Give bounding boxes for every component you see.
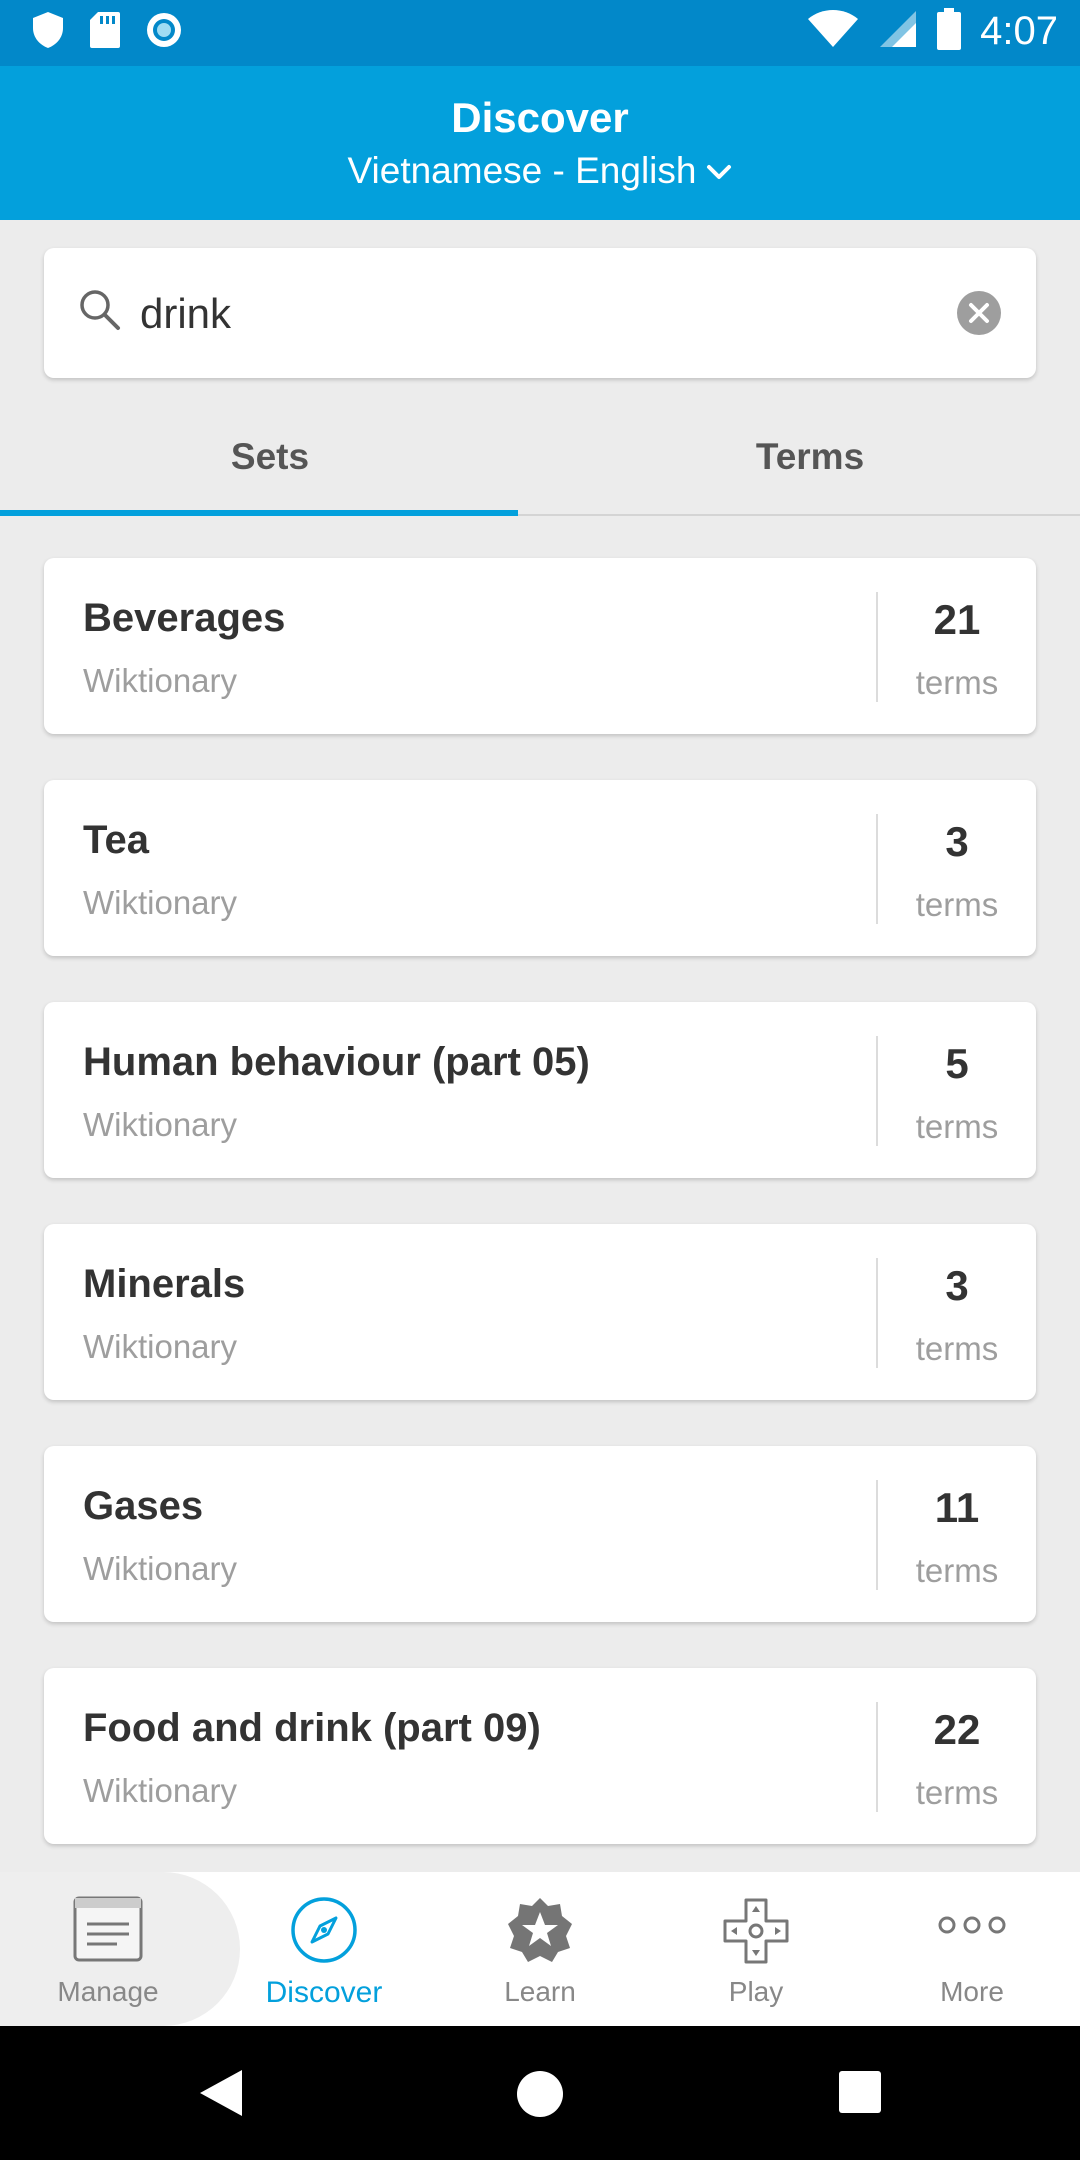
- document-icon: [73, 1896, 143, 1962]
- more-dots-icon: [938, 1916, 1006, 1934]
- sets-list: Beverages Wiktionary 21 terms Tea Wiktio…: [44, 558, 1036, 1890]
- set-card[interactable]: Food and drink (part 09) Wiktionary 22 t…: [44, 1668, 1036, 1844]
- tab-terms[interactable]: Terms: [540, 400, 1080, 514]
- home-icon[interactable]: [516, 2070, 564, 2123]
- nav-more[interactable]: More: [864, 1872, 1080, 2026]
- close-icon: [957, 291, 1001, 335]
- search-input[interactable]: [138, 278, 922, 350]
- sd-card-icon: [88, 10, 122, 55]
- set-card[interactable]: Beverages Wiktionary 21 terms: [44, 558, 1036, 734]
- term-count: 3: [945, 1262, 969, 1309]
- term-count: 22: [933, 1706, 981, 1753]
- set-source: Wiktionary: [83, 884, 238, 921]
- star-badge-icon: [508, 1898, 572, 1962]
- set-source: Wiktionary: [83, 1772, 238, 1809]
- set-source: Wiktionary: [83, 1328, 238, 1365]
- term-unit: terms: [915, 1774, 999, 1811]
- clear-search-button[interactable]: [956, 290, 1002, 336]
- nav-label: Manage: [57, 1976, 159, 2007]
- nav-play[interactable]: Play: [648, 1872, 864, 2026]
- language-selector[interactable]: Vietnamese - English: [0, 150, 1080, 192]
- set-card[interactable]: Gases Wiktionary 11 terms: [44, 1446, 1036, 1622]
- bottom-navigation: Manage Discover Learn Play More: [0, 1872, 1080, 2026]
- back-icon[interactable]: [198, 2068, 244, 2123]
- shield-icon: [30, 10, 66, 55]
- search-box: [44, 248, 1036, 378]
- nav-discover[interactable]: Discover: [216, 1872, 432, 2026]
- tab-sets[interactable]: Sets: [0, 400, 540, 514]
- recents-icon[interactable]: [838, 2070, 882, 2119]
- nav-label: Play: [728, 1976, 784, 2007]
- set-title: Minerals: [83, 1262, 246, 1306]
- nav-label: Discover: [265, 1976, 383, 2009]
- term-count: 21: [933, 596, 981, 643]
- set-source: Wiktionary: [83, 1550, 238, 1587]
- term-count: 11: [934, 1484, 980, 1531]
- term-count: 5: [945, 1040, 969, 1087]
- app-bar: Discover Vietnamese - English: [0, 66, 1080, 220]
- status-bar: 4:07: [0, 0, 1080, 66]
- set-title: Tea: [83, 818, 149, 862]
- nav-label: Learn: [504, 1976, 576, 2007]
- nav-manage[interactable]: Manage: [0, 1872, 216, 2026]
- term-unit: terms: [915, 1552, 999, 1589]
- term-unit: terms: [915, 886, 999, 923]
- set-title: Human behaviour (part 05): [83, 1040, 590, 1084]
- clock: 4:07: [980, 9, 1058, 53]
- set-source: Wiktionary: [83, 662, 238, 699]
- wifi-icon: [806, 9, 860, 54]
- system-nav-bar: [0, 2026, 1080, 2160]
- term-unit: terms: [915, 1330, 999, 1367]
- set-title: Gases: [83, 1484, 204, 1528]
- nav-learn[interactable]: Learn: [432, 1872, 648, 2026]
- search-icon: [78, 288, 122, 337]
- set-source: Wiktionary: [83, 1106, 238, 1143]
- tab-indicator: [0, 510, 518, 516]
- term-unit: terms: [915, 1108, 999, 1145]
- set-card[interactable]: Minerals Wiktionary 3 terms: [44, 1224, 1036, 1400]
- circle-icon: [144, 10, 184, 55]
- language-pair-label: Vietnamese - English: [347, 150, 697, 191]
- set-card[interactable]: Human behaviour (part 05) Wiktionary 5 t…: [44, 1002, 1036, 1178]
- battery-icon: [936, 8, 962, 55]
- signal-icon: [878, 9, 918, 54]
- term-unit: terms: [915, 664, 999, 701]
- set-title: Beverages: [83, 596, 286, 640]
- nav-label: More: [940, 1976, 1004, 2007]
- chevron-down-icon: [706, 150, 732, 192]
- set-card[interactable]: Tea Wiktionary 3 terms: [44, 780, 1036, 956]
- term-count: 3: [945, 818, 969, 865]
- page-title: Discover: [451, 94, 629, 141]
- gamepad-icon: [723, 1898, 789, 1964]
- set-title: Food and drink (part 09): [83, 1706, 541, 1750]
- compass-icon: [291, 1897, 357, 1963]
- tab-bar: Sets Terms: [0, 400, 1080, 516]
